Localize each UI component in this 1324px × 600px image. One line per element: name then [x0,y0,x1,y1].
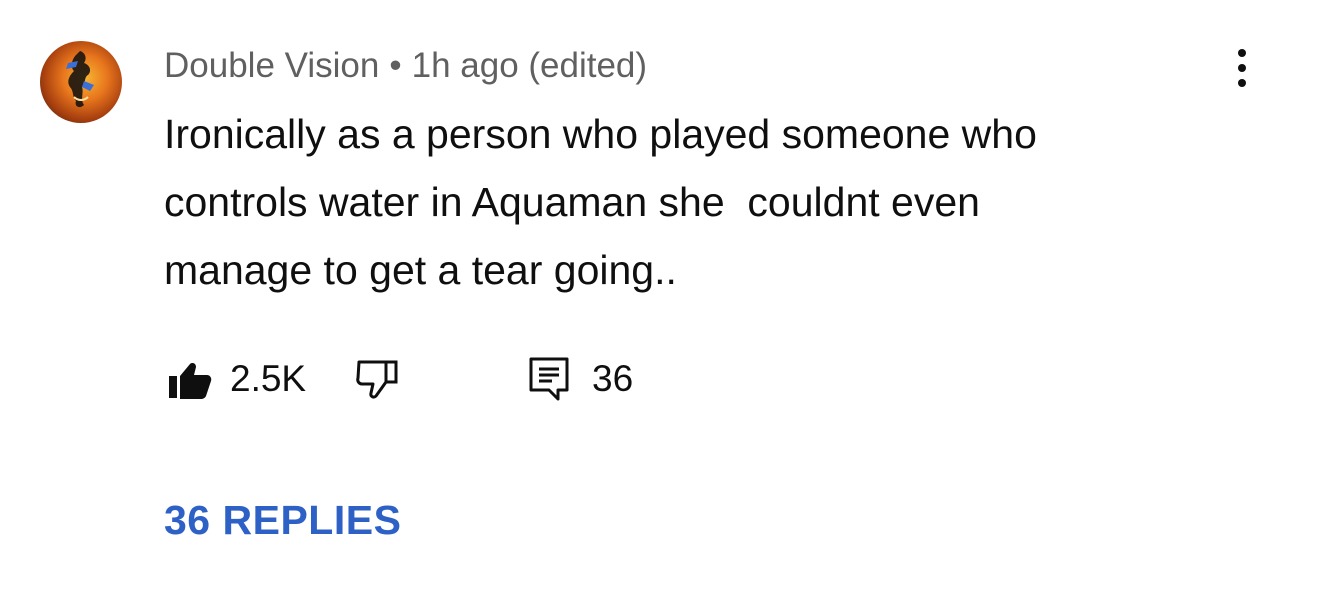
comment-meta: Double Vision • 1h ago (edited) [164,44,647,88]
view-replies-button[interactable]: 36 REPLIES [164,494,401,546]
avatar[interactable] [40,41,122,123]
avatar-image [66,51,94,108]
like-count: 2.5K [230,358,307,399]
more-vertical-icon-dot [1238,79,1246,87]
more-options-button[interactable] [1222,44,1262,92]
meta-separator: • [389,46,402,85]
comment-thread: Double Vision • 1h ago (edited) Ironically… [0,0,1324,600]
comment-timestamp: 1h ago (edited) [411,46,648,85]
comment-reply-icon[interactable] [528,356,570,402]
comment-actions: 2.5K 36 [164,352,764,404]
more-vertical-icon [1238,49,1246,57]
reply-count: 36 [592,358,634,399]
comment-text: Ironically as a person who played someon… [164,111,1037,293]
thumbs-down-outline-icon[interactable] [356,358,400,400]
author-name[interactable]: Double Vision [164,46,379,85]
thumbs-up-filled-icon[interactable] [168,360,212,400]
more-vertical-icon-dot [1238,64,1246,72]
